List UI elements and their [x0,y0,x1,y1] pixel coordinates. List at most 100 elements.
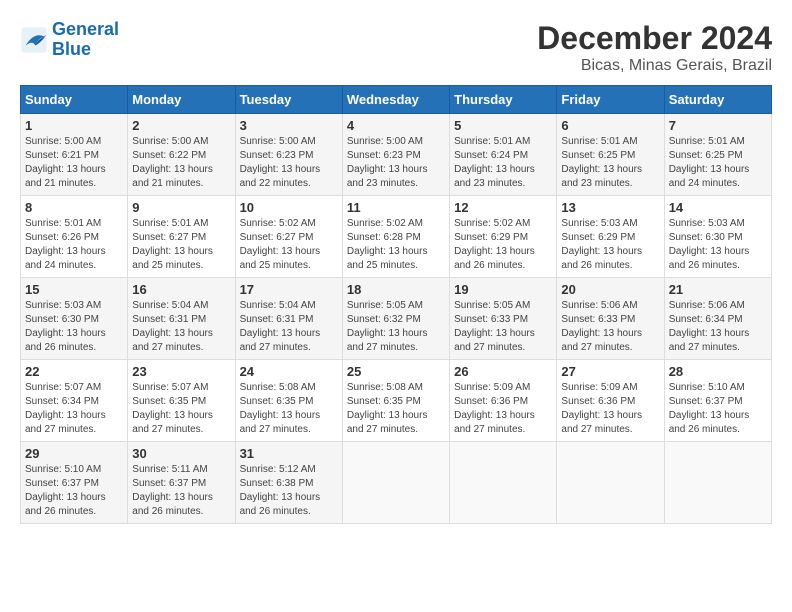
calendar-cell: 25 Sunrise: 5:08 AM Sunset: 6:35 PM Dayl… [342,360,449,442]
calendar-week-2: 8 Sunrise: 5:01 AM Sunset: 6:26 PM Dayli… [21,196,772,278]
day-number: 12 [454,200,552,215]
calendar-cell: 1 Sunrise: 5:00 AM Sunset: 6:21 PM Dayli… [21,114,128,196]
title-area: December 2024 Bicas, Minas Gerais, Brazi… [537,20,772,75]
calendar-cell: 9 Sunrise: 5:01 AM Sunset: 6:27 PM Dayli… [128,196,235,278]
calendar-cell: 13 Sunrise: 5:03 AM Sunset: 6:29 PM Dayl… [557,196,664,278]
header-monday: Monday [128,86,235,114]
calendar-cell: 31 Sunrise: 5:12 AM Sunset: 6:38 PM Dayl… [235,442,342,524]
day-number: 22 [25,364,123,379]
day-detail: Sunrise: 5:03 AM Sunset: 6:29 PM Dayligh… [561,217,659,273]
day-number: 2 [132,118,230,133]
day-number: 13 [561,200,659,215]
calendar-cell: 24 Sunrise: 5:08 AM Sunset: 6:35 PM Dayl… [235,360,342,442]
calendar-cell: 4 Sunrise: 5:00 AM Sunset: 6:23 PM Dayli… [342,114,449,196]
calendar-cell: 27 Sunrise: 5:09 AM Sunset: 6:36 PM Dayl… [557,360,664,442]
day-number: 8 [25,200,123,215]
calendar-header-row: SundayMondayTuesdayWednesdayThursdayFrid… [21,86,772,114]
day-detail: Sunrise: 5:05 AM Sunset: 6:32 PM Dayligh… [347,299,445,355]
page-header: General Blue December 2024 Bicas, Minas … [20,20,772,75]
day-detail: Sunrise: 5:02 AM Sunset: 6:29 PM Dayligh… [454,217,552,273]
day-detail: Sunrise: 5:01 AM Sunset: 6:24 PM Dayligh… [454,135,552,191]
day-number: 30 [132,446,230,461]
calendar-cell: 8 Sunrise: 5:01 AM Sunset: 6:26 PM Dayli… [21,196,128,278]
calendar-cell: 23 Sunrise: 5:07 AM Sunset: 6:35 PM Dayl… [128,360,235,442]
calendar-week-3: 15 Sunrise: 5:03 AM Sunset: 6:30 PM Dayl… [21,278,772,360]
day-detail: Sunrise: 5:03 AM Sunset: 6:30 PM Dayligh… [25,299,123,355]
calendar-week-1: 1 Sunrise: 5:00 AM Sunset: 6:21 PM Dayli… [21,114,772,196]
calendar-cell: 21 Sunrise: 5:06 AM Sunset: 6:34 PM Dayl… [664,278,771,360]
day-detail: Sunrise: 5:04 AM Sunset: 6:31 PM Dayligh… [240,299,338,355]
day-number: 4 [347,118,445,133]
calendar-cell: 10 Sunrise: 5:02 AM Sunset: 6:27 PM Dayl… [235,196,342,278]
day-detail: Sunrise: 5:08 AM Sunset: 6:35 PM Dayligh… [240,381,338,437]
day-detail: Sunrise: 5:00 AM Sunset: 6:21 PM Dayligh… [25,135,123,191]
day-detail: Sunrise: 5:01 AM Sunset: 6:27 PM Dayligh… [132,217,230,273]
calendar-cell: 2 Sunrise: 5:00 AM Sunset: 6:22 PM Dayli… [128,114,235,196]
day-detail: Sunrise: 5:10 AM Sunset: 6:37 PM Dayligh… [669,381,767,437]
day-number: 14 [669,200,767,215]
calendar-cell: 18 Sunrise: 5:05 AM Sunset: 6:32 PM Dayl… [342,278,449,360]
day-detail: Sunrise: 5:04 AM Sunset: 6:31 PM Dayligh… [132,299,230,355]
calendar-cell: 29 Sunrise: 5:10 AM Sunset: 6:37 PM Dayl… [21,442,128,524]
calendar-week-5: 29 Sunrise: 5:10 AM Sunset: 6:37 PM Dayl… [21,442,772,524]
day-detail: Sunrise: 5:08 AM Sunset: 6:35 PM Dayligh… [347,381,445,437]
calendar-cell: 28 Sunrise: 5:10 AM Sunset: 6:37 PM Dayl… [664,360,771,442]
month-title: December 2024 [537,20,772,57]
day-detail: Sunrise: 5:07 AM Sunset: 6:35 PM Dayligh… [132,381,230,437]
day-number: 3 [240,118,338,133]
day-detail: Sunrise: 5:03 AM Sunset: 6:30 PM Dayligh… [669,217,767,273]
day-detail: Sunrise: 5:01 AM Sunset: 6:25 PM Dayligh… [669,135,767,191]
day-number: 28 [669,364,767,379]
day-number: 23 [132,364,230,379]
header-tuesday: Tuesday [235,86,342,114]
calendar-week-4: 22 Sunrise: 5:07 AM Sunset: 6:34 PM Dayl… [21,360,772,442]
location-subtitle: Bicas, Minas Gerais, Brazil [537,57,772,75]
header-sunday: Sunday [21,86,128,114]
logo-text: General Blue [52,20,119,60]
day-detail: Sunrise: 5:09 AM Sunset: 6:36 PM Dayligh… [561,381,659,437]
calendar-cell: 16 Sunrise: 5:04 AM Sunset: 6:31 PM Dayl… [128,278,235,360]
day-detail: Sunrise: 5:01 AM Sunset: 6:26 PM Dayligh… [25,217,123,273]
logo: General Blue [20,20,119,60]
calendar-cell: 12 Sunrise: 5:02 AM Sunset: 6:29 PM Dayl… [450,196,557,278]
day-number: 20 [561,282,659,297]
calendar-cell: 22 Sunrise: 5:07 AM Sunset: 6:34 PM Dayl… [21,360,128,442]
day-detail: Sunrise: 5:06 AM Sunset: 6:34 PM Dayligh… [669,299,767,355]
day-number: 11 [347,200,445,215]
calendar-cell [664,442,771,524]
day-detail: Sunrise: 5:00 AM Sunset: 6:22 PM Dayligh… [132,135,230,191]
day-number: 9 [132,200,230,215]
logo-icon [20,26,48,54]
day-number: 31 [240,446,338,461]
day-detail: Sunrise: 5:02 AM Sunset: 6:27 PM Dayligh… [240,217,338,273]
calendar-cell [450,442,557,524]
day-detail: Sunrise: 5:02 AM Sunset: 6:28 PM Dayligh… [347,217,445,273]
header-wednesday: Wednesday [342,86,449,114]
day-number: 16 [132,282,230,297]
calendar-cell: 11 Sunrise: 5:02 AM Sunset: 6:28 PM Dayl… [342,196,449,278]
day-detail: Sunrise: 5:06 AM Sunset: 6:33 PM Dayligh… [561,299,659,355]
calendar-table: SundayMondayTuesdayWednesdayThursdayFrid… [20,85,772,524]
day-number: 1 [25,118,123,133]
day-detail: Sunrise: 5:09 AM Sunset: 6:36 PM Dayligh… [454,381,552,437]
day-number: 10 [240,200,338,215]
calendar-cell: 19 Sunrise: 5:05 AM Sunset: 6:33 PM Dayl… [450,278,557,360]
day-number: 7 [669,118,767,133]
day-number: 15 [25,282,123,297]
day-number: 5 [454,118,552,133]
day-detail: Sunrise: 5:01 AM Sunset: 6:25 PM Dayligh… [561,135,659,191]
day-number: 29 [25,446,123,461]
day-detail: Sunrise: 5:07 AM Sunset: 6:34 PM Dayligh… [25,381,123,437]
calendar-cell: 14 Sunrise: 5:03 AM Sunset: 6:30 PM Dayl… [664,196,771,278]
calendar-cell: 26 Sunrise: 5:09 AM Sunset: 6:36 PM Dayl… [450,360,557,442]
day-detail: Sunrise: 5:11 AM Sunset: 6:37 PM Dayligh… [132,463,230,519]
header-friday: Friday [557,86,664,114]
day-number: 24 [240,364,338,379]
day-detail: Sunrise: 5:05 AM Sunset: 6:33 PM Dayligh… [454,299,552,355]
day-detail: Sunrise: 5:12 AM Sunset: 6:38 PM Dayligh… [240,463,338,519]
day-number: 18 [347,282,445,297]
calendar-cell: 17 Sunrise: 5:04 AM Sunset: 6:31 PM Dayl… [235,278,342,360]
calendar-cell: 3 Sunrise: 5:00 AM Sunset: 6:23 PM Dayli… [235,114,342,196]
header-saturday: Saturday [664,86,771,114]
day-number: 19 [454,282,552,297]
